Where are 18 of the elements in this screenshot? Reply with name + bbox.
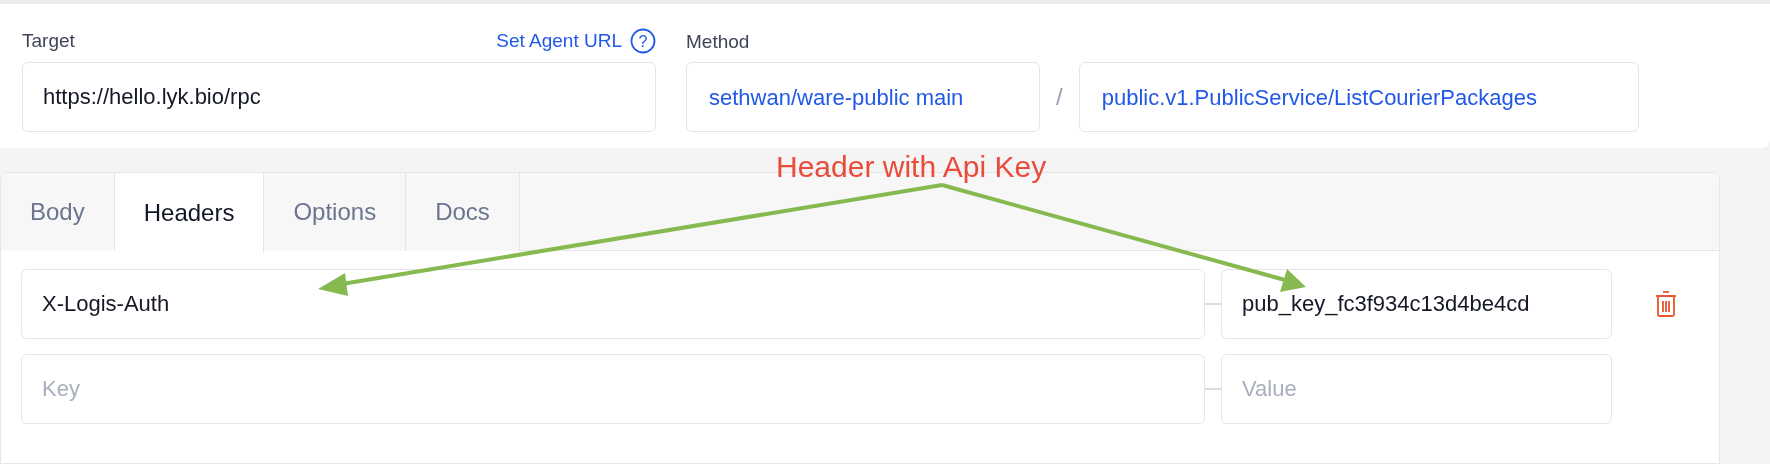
set-agent-url-link[interactable]: Set Agent URL [496, 26, 622, 56]
delete-icon[interactable] [1654, 290, 1678, 318]
service-method-selector[interactable]: public.v1.PublicService/ListCourierPackages [1078, 62, 1639, 132]
header-value-field[interactable]: pub_key_fc3f934c13d4be4cd [1221, 269, 1612, 339]
method-label: Method [686, 31, 750, 52]
header-key-field[interactable]: Key [21, 354, 1205, 424]
header-value-field[interactable]: Value [1221, 354, 1612, 424]
header-key-field[interactable]: X-Logis-Auth [21, 269, 1205, 339]
target-url-field[interactable]: https://hello.lyk.bio/rpc [22, 62, 656, 132]
tab[interactable]: Headers [114, 173, 265, 253]
tab[interactable]: Options [264, 173, 407, 251]
tab[interactable]: Docs [406, 173, 520, 251]
help-icon[interactable]: ? [630, 28, 656, 54]
target-label: Target [22, 28, 75, 53]
repository-selector[interactable]: sethwan/ware-public main [686, 62, 1040, 132]
tab[interactable]: Body [1, 173, 115, 251]
path-separator: / [1056, 82, 1063, 112]
annotation-text: Header with Api Key [776, 149, 1047, 185]
